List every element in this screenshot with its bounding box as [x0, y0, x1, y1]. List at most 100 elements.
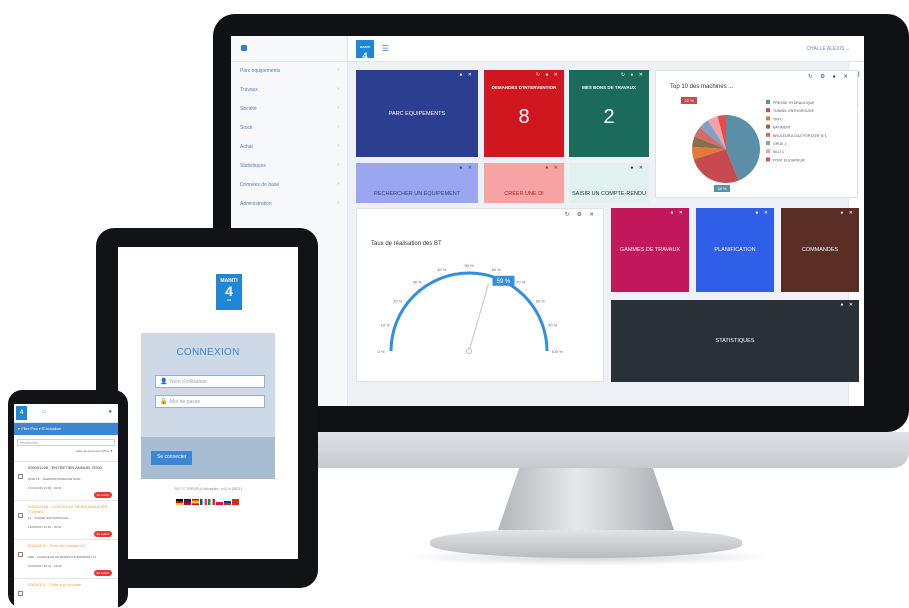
user-menu[interactable]: CHALLE ALEXIS ⌄ [806, 46, 850, 52]
phone-sort-select[interactable]: Date de lancement (Plus ▼ [76, 449, 113, 453]
tile-parc-equipements[interactable]: ● ✕ PARC EQUIPEMENTS [356, 70, 478, 157]
tile-planification[interactable]: ● ✕ PLANIFICATION [696, 208, 774, 292]
tile-statistiques[interactable]: ● ✕ STATISTIQUES [611, 300, 859, 382]
lock-icon: 🔒 [160, 399, 168, 405]
flag-ru-icon[interactable] [224, 499, 231, 505]
login-title: CONNEXION [176, 347, 240, 358]
tile-creer-di[interactable]: ● ✕ CRÉER UNE DI [484, 163, 564, 203]
gauge-needle [468, 283, 490, 352]
tile-controls[interactable]: ● ✕ [545, 165, 560, 171]
flag-pl-icon[interactable] [216, 499, 223, 505]
sidebar-item[interactable]: Société › [231, 100, 347, 119]
tile-controls[interactable]: ● ✕ [670, 210, 685, 216]
tile-commandes[interactable]: ● ✕ COMMANDES [781, 208, 859, 292]
work-order-row[interactable]: 00004209 - Prise sur chargeur d… CBD - CH… [14, 539, 118, 578]
phone-filter-bar[interactable]: ▼ Filtre Plan ▾ ☰ Actualiser [14, 423, 118, 435]
tile-controls[interactable]: ↻ ● ✕ [621, 72, 645, 78]
chevron-down-icon: ⌄ [845, 46, 850, 52]
sidebar-item[interactable]: Administration › [231, 195, 347, 214]
flag-es-icon[interactable] [192, 499, 199, 505]
flag-cn-icon[interactable] [232, 499, 239, 505]
work-order-date: 12/06/2017 11:15 - 06:00 [28, 525, 62, 529]
tile-label: PLANIFICATION [714, 247, 756, 253]
sidebar-item[interactable]: Statistiques › [231, 157, 347, 176]
tile-saisir-compte-rendu[interactable]: ● ✕ SAISIR UN COMPTE-RENDU [569, 163, 649, 203]
copyright-text: 2017 © TRESPLA Industries - v4.2.6 (5831… [174, 487, 242, 491]
row-checkbox[interactable] [18, 513, 23, 518]
work-order-title: 00004209 - Prise sur chargeur d… [28, 543, 90, 548]
legend-swatch [766, 141, 770, 145]
flag-de-icon[interactable] [176, 499, 183, 505]
sidebar-menu: Parc équipements › Travaux › Société › Stock › A… [231, 62, 347, 214]
home-icon[interactable] [241, 45, 247, 51]
status-badge: En retard [93, 570, 112, 576]
tile-controls[interactable]: ● ✕ [459, 72, 474, 78]
phone-screen: 4 ⌂ ● ▼ Filtre Plan ▾ ☰ Actualiser Reche… [14, 404, 118, 608]
sidebar-item[interactable]: Données de base › [231, 176, 347, 195]
desktop-screen: Parc équipements › Travaux › Société › Stock › A… [231, 36, 864, 406]
legend-swatch [766, 149, 770, 154]
tile-controls[interactable]: ↻ ● ✕ [536, 72, 560, 78]
tile-rechercher-equipement[interactable]: ● ✕ RECHERCHER UN ÉQUIPEMENT [356, 163, 478, 203]
tile-label: CRÉER UNE DI [504, 191, 544, 197]
sidebar-item[interactable]: Travaux › [231, 81, 347, 100]
work-order-equipment: R200 FF - THERMOFORMEUSE R200 [28, 477, 81, 481]
menu-toggle-icon[interactable]: ☰ [382, 44, 389, 53]
device-mockup-scene: Parc équipements › Travaux › Société › Stock › A… [0, 0, 909, 608]
tile-count: 8 [518, 106, 530, 128]
sidebar-item[interactable]: Parc équipements › [231, 62, 347, 81]
gauge-tick-label: 70 % [516, 279, 526, 284]
gauge-tick-label: 100 % [551, 349, 563, 354]
tile-label: RECHERCHER UN ÉQUIPEMENT [373, 191, 461, 197]
chevron-right-icon: › [337, 67, 339, 73]
row-checkbox[interactable] [18, 591, 23, 596]
work-order-row[interactable]: 00004321 - Fuite sur conduite [14, 578, 118, 608]
tile-controls[interactable]: ● ✕ [630, 165, 645, 171]
sidebar-item[interactable]: Achat › [231, 138, 347, 157]
legend-label: PRESSE HYDRAULIQUE [773, 101, 815, 105]
tile-title: MES BONS DE TRAVAUX [582, 85, 636, 90]
tile-controls[interactable]: ● ✕ [840, 302, 855, 308]
work-order-row[interactable]: 000001208 - ENTRETIEN ANNUEL R200 R200 FF… [14, 461, 118, 500]
logo-version: 4.0 [226, 298, 232, 302]
login-button[interactable]: Se connecter [151, 451, 193, 465]
login-footer: Se connecter [141, 437, 275, 479]
tile-gammes-de-travaux[interactable]: ● ✕ GAMMES DE TRAVAUX [611, 208, 689, 292]
tile-demandes-intervention[interactable]: ↻ ● ✕ DEMANDES D'INTERVENTION 8 [484, 70, 564, 157]
tile-controls[interactable]: ● ✕ [840, 210, 855, 216]
logo-number: 4 [362, 51, 368, 61]
user-icon[interactable]: ● [108, 409, 112, 415]
phone-search-input[interactable]: Rechercher [17, 439, 115, 446]
pie-callout-label: 22 % [684, 98, 694, 103]
username-field[interactable]: 👤 Nom d'utilisateur [155, 375, 265, 388]
app-logo[interactable]: 4 [16, 406, 27, 420]
tile-bons-de-travaux[interactable]: ↻ ● ✕ MES BONS DE TRAVAUX 2 [569, 70, 649, 157]
phone-header: 4 ⌂ ● [14, 404, 118, 423]
gauge-tick-label: 0 % [378, 349, 385, 354]
login-form: CONNEXION 👤 Nom d'utilisateur 🔒 Mot de p… [141, 333, 275, 479]
gauge-chart: 0 % 10 % 20 % 30 % 40 % 50 % 60 % 70 % 80 % 90 % 1… [378, 263, 563, 354]
tile-controls[interactable]: ● ✕ [755, 210, 770, 216]
flag-it-icon[interactable] [208, 499, 215, 505]
work-order-title: 00004321 - Fuite sur conduite [28, 582, 82, 587]
sidebar-item-label: Stock [240, 125, 253, 131]
tile-controls[interactable]: ● ✕ [459, 165, 474, 171]
home-icon[interactable]: ⌂ [42, 409, 46, 415]
row-checkbox[interactable] [18, 552, 23, 557]
sidebar-item-label: Statistiques [240, 163, 266, 169]
sidebar-item[interactable]: Stock › [231, 119, 347, 138]
gauge-tick-label: 10 % [381, 322, 391, 327]
password-field[interactable]: 🔒 Mot de passe [155, 395, 265, 408]
pie-callout: 38 % [714, 185, 730, 192]
app-logo[interactable]: MAINTI 4 [356, 40, 374, 61]
flag-gb-icon[interactable] [184, 499, 191, 505]
gauge-tick-label: 40 % [437, 267, 447, 272]
gauge-hub [466, 348, 472, 354]
legend-swatch [766, 100, 770, 104]
work-order-date: 17/11/2016 13:06 - 09:00 [28, 486, 62, 490]
work-order-row[interactable]: 000002018 - CONTROLE HEBDOMADAIRE TUNNEL… [14, 500, 118, 539]
gauge-tick-label: 30 % [413, 279, 423, 284]
flag-fr-icon[interactable] [200, 499, 207, 505]
panel-top-machines: ↻ ⚙ ● ✕ Top 10 des machines ... 22 % 38 %… [655, 70, 858, 198]
row-checkbox[interactable] [18, 474, 23, 479]
